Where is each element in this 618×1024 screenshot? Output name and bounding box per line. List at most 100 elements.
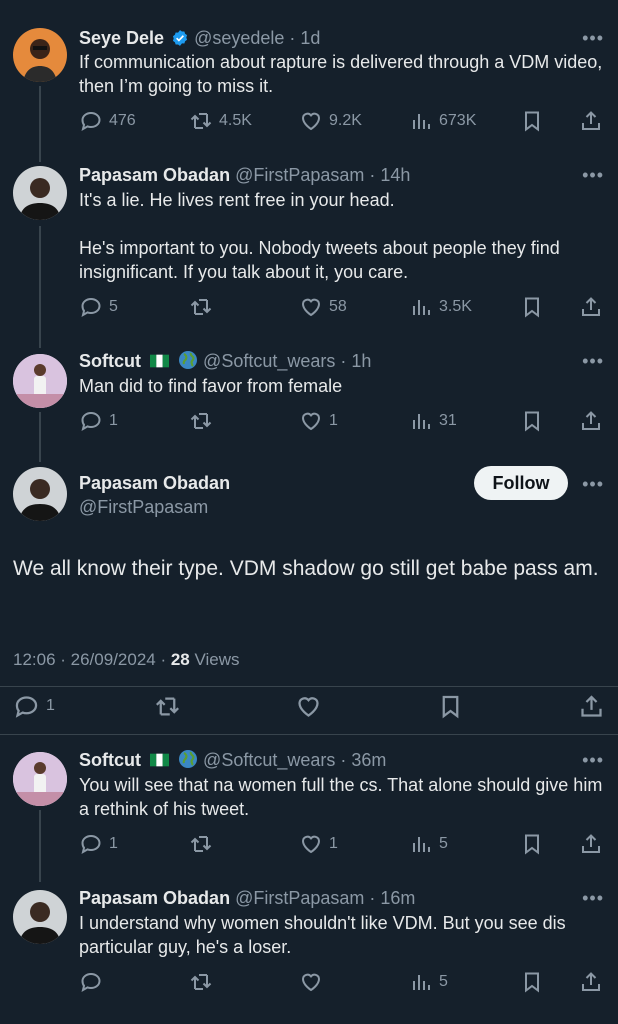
display-name[interactable]: Papasam Obadan [79, 473, 230, 493]
globe-icon [179, 351, 198, 369]
username[interactable]: @seyedele [194, 28, 284, 48]
avatar[interactable] [13, 467, 67, 521]
avatar[interactable] [13, 890, 67, 944]
more-options-icon[interactable]: ••• [582, 751, 604, 769]
thread-line [39, 412, 41, 462]
views-button[interactable]: 31 [409, 408, 457, 434]
display-name[interactable]: Papasam Obadan [79, 165, 230, 185]
share-icon [579, 109, 603, 133]
display-name[interactable]: Papasam Obadan [79, 888, 230, 908]
display-name[interactable]: Softcut [79, 351, 141, 371]
avatar[interactable] [13, 166, 67, 220]
reply-button[interactable]: 1 [79, 831, 118, 857]
like-count: 1 [329, 412, 338, 429]
share-button[interactable] [579, 969, 603, 995]
dot-separator: · [335, 750, 352, 770]
views-count[interactable]: 28 [171, 650, 190, 669]
bookmark-button[interactable] [520, 831, 544, 857]
reply-button[interactable] [79, 969, 109, 995]
reply-button[interactable]: 1 [79, 408, 118, 434]
avatar[interactable] [13, 354, 67, 408]
tweet-meta: 12:06 · 26/09/2024 · 28 Views [13, 650, 240, 670]
views-button[interactable]: 3.5K [409, 294, 472, 320]
more-options-icon[interactable]: ••• [582, 29, 604, 47]
dot-separator: · [364, 165, 381, 185]
post-timestamp[interactable]: 12:06 · 26/09/2024 · [13, 650, 171, 669]
retweet-button[interactable] [189, 408, 219, 434]
author-handle: @FirstPapasam [79, 496, 208, 518]
like-button[interactable]: 58 [299, 294, 347, 320]
retweet-button[interactable] [189, 969, 219, 995]
author-name: Papasam Obadan [79, 472, 230, 494]
tweet-text: I understand why women shouldn't like VD… [79, 913, 566, 957]
reply-count: 1 [109, 835, 118, 852]
more-options-icon[interactable]: ••• [582, 166, 604, 184]
like-button[interactable]: 1 [299, 408, 338, 434]
retweet-button[interactable] [189, 294, 219, 320]
main-tweet-actions: 1 [13, 693, 605, 721]
tweet-header: Softcut @Softcut_wears · 1h [79, 350, 371, 372]
share-button[interactable] [579, 108, 603, 134]
username[interactable]: @FirstPapasam [79, 497, 208, 517]
tweet-actions: 476 4.5K 9.2K 673K [79, 108, 605, 134]
share-button[interactable] [579, 294, 603, 320]
retweet-icon [189, 295, 213, 319]
bookmark-button[interactable] [520, 969, 544, 995]
more-options-icon[interactable]: ••• [582, 889, 604, 907]
bookmark-button[interactable] [437, 693, 464, 719]
views-button[interactable]: 5 [409, 831, 448, 857]
heart-icon [299, 409, 323, 433]
views-button[interactable]: 5 [409, 969, 448, 995]
username[interactable]: @FirstPapasam [235, 888, 364, 908]
display-name[interactable]: Seye Dele [79, 28, 164, 48]
globe-icon [179, 750, 198, 768]
more-options-icon[interactable]: ••• [582, 475, 604, 493]
like-button[interactable] [295, 693, 322, 719]
like-button[interactable]: 1 [299, 831, 338, 857]
bookmark-icon [437, 693, 464, 720]
retweet-button[interactable] [154, 693, 181, 719]
reply-button[interactable]: 5 [79, 294, 118, 320]
bookmark-button[interactable] [520, 294, 544, 320]
timestamp[interactable]: 1d [300, 28, 320, 48]
retweet-button[interactable]: 4.5K [189, 108, 252, 134]
timestamp[interactable]: 14h [380, 165, 410, 185]
views-button[interactable]: 673K [409, 108, 476, 134]
dot-separator: · [364, 888, 381, 908]
timestamp[interactable]: 1h [351, 351, 371, 371]
retweet-button[interactable] [189, 831, 219, 857]
timestamp[interactable]: 16m [380, 888, 415, 908]
more-options-icon[interactable]: ••• [582, 352, 604, 370]
bookmark-icon [520, 832, 544, 856]
follow-button[interactable]: Follow [474, 466, 568, 500]
nigeria-flag-icon [150, 354, 170, 368]
retweet-count: 4.5K [219, 112, 252, 129]
username[interactable]: @FirstPapasam [235, 165, 364, 185]
reply-button[interactable]: 476 [79, 108, 136, 134]
timestamp[interactable]: 36m [351, 750, 386, 770]
view-count: 673K [439, 112, 477, 129]
username[interactable]: @Softcut_wears [203, 750, 335, 770]
share-button[interactable] [579, 831, 603, 857]
share-button[interactable] [578, 693, 605, 719]
like-button[interactable] [299, 969, 329, 995]
bookmark-button[interactable] [520, 408, 544, 434]
share-button[interactable] [579, 408, 603, 434]
retweet-icon [189, 409, 213, 433]
thread-line [39, 810, 41, 882]
reply-icon [79, 409, 103, 433]
reply-button[interactable]: 1 [13, 693, 55, 719]
like-button[interactable]: 9.2K [299, 108, 362, 134]
display-name[interactable]: Softcut [79, 750, 141, 770]
retweet-icon [154, 693, 181, 720]
tweet-text: If communication about rapture is delive… [79, 52, 603, 96]
views-icon [409, 109, 433, 133]
thread-line [39, 226, 41, 348]
tweet-text: It's a lie. He lives rent free in your h… [79, 190, 395, 210]
avatar[interactable] [13, 28, 67, 82]
bookmark-button[interactable] [520, 108, 544, 134]
share-icon [579, 409, 603, 433]
avatar[interactable] [13, 752, 67, 806]
username[interactable]: @Softcut_wears [203, 351, 335, 371]
retweet-icon [189, 832, 213, 856]
